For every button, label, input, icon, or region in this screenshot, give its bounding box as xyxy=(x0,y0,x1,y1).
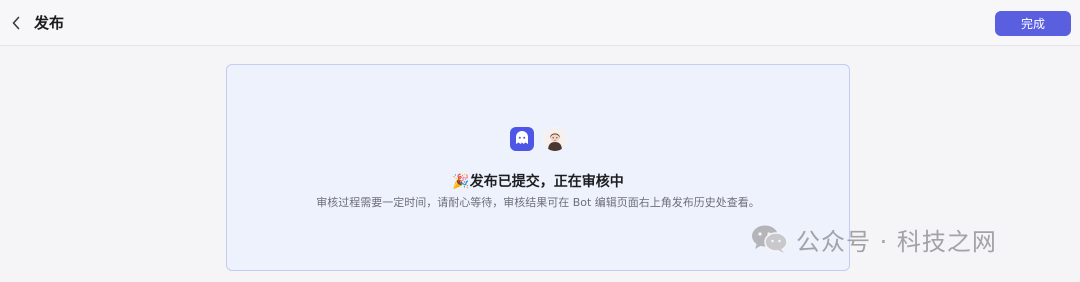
page-title: 发布 xyxy=(34,14,65,32)
bot-avatar-icon xyxy=(510,127,534,151)
watermark-text: 公众号 · 科技之网 xyxy=(796,227,997,256)
status-heading-text: 发布已提交，正在审核中 xyxy=(469,174,624,190)
done-button[interactable]: 完成 xyxy=(995,11,1071,36)
party-popper-icon: 🎉 xyxy=(452,174,470,190)
back-button[interactable] xyxy=(8,13,24,33)
wechat-icon xyxy=(752,225,788,253)
watermark: 公众号 · 科技之网 xyxy=(750,222,997,256)
status-description: 审核过程需要一定时间，请耐心等待，审核结果可在 Bot 编辑页面右上角发布历史处… xyxy=(316,196,760,209)
user-avatar-icon xyxy=(543,127,567,151)
chevron-left-icon xyxy=(12,16,20,30)
top-bar: 发布 完成 xyxy=(0,0,1080,46)
status-heading: 🎉发布已提交，正在审核中 xyxy=(227,171,849,191)
